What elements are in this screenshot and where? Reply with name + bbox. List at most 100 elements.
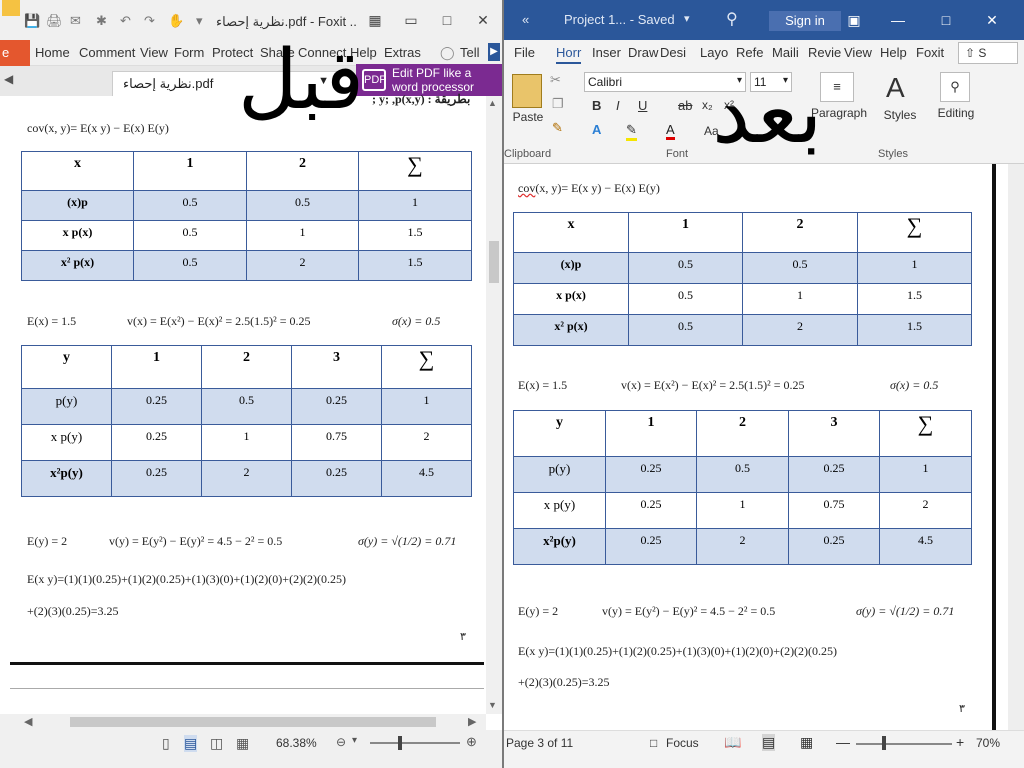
zoom-level[interactable]: 68.38% (276, 736, 317, 750)
menu-form[interactable]: Form (174, 45, 204, 60)
table-cell: 0.25 (605, 456, 697, 493)
scroll-down-icon[interactable]: ▼ (488, 700, 497, 710)
tile-icon[interactable]: ▦ (366, 11, 384, 29)
zoom-percent[interactable]: 70% (976, 736, 1000, 750)
styles-icon[interactable]: A (886, 72, 905, 104)
italic-icon[interactable]: I (616, 98, 620, 113)
zoom-slider-thumb[interactable] (882, 736, 886, 750)
paragraph-icon[interactable]: ≡ (820, 72, 854, 102)
hscrollbar-thumb[interactable] (70, 717, 436, 727)
tab-help[interactable]: Help (880, 45, 907, 60)
table-cell: x p(x) (513, 283, 629, 315)
close-button[interactable]: ✕ (474, 11, 492, 29)
hand-tool-icon[interactable]: ✋ (168, 13, 184, 29)
tab-layout[interactable]: Layo (700, 45, 728, 60)
word-vertical-scrollbar[interactable] (1008, 164, 1024, 730)
zoom-in-icon[interactable]: ⊕ (466, 734, 477, 750)
customize-dropdown-icon[interactable]: ▾ (196, 13, 203, 29)
continuous-facing-icon[interactable]: ▦ (236, 735, 249, 752)
word-document-area[interactable]: cov(x, y)= E(x y) − E(x) E(y) x 1 2 ∑ (x… (504, 164, 1024, 730)
cov-formula: cov(x, y)= E(x y) − E(x) E(y) (27, 121, 169, 135)
table-cell: x² p(x) (513, 314, 629, 346)
bold-icon[interactable]: B (592, 98, 601, 113)
menu-comment[interactable]: Comment (79, 45, 135, 60)
paste-button[interactable]: Paste (508, 110, 548, 124)
vertical-scrollbar[interactable]: ▲ ▼ (486, 96, 502, 714)
zoom-out-icon[interactable]: — (836, 734, 850, 750)
tabs-nav-icon[interactable]: ◀ (4, 72, 13, 86)
menu-scroll-right-icon[interactable]: ▶ (488, 43, 500, 61)
sign-in-button[interactable]: Sign in (769, 11, 841, 31)
tab-insert[interactable]: Inser (592, 45, 621, 60)
new-icon[interactable]: ✱ (96, 13, 107, 29)
tab-foxit[interactable]: Foxit (916, 45, 944, 60)
tab-home[interactable]: Horr (556, 45, 582, 64)
redo-icon[interactable]: ↷ (144, 13, 155, 29)
zoom-in-icon[interactable]: + (956, 734, 964, 750)
qat-expand-icon[interactable]: « (522, 12, 529, 27)
underline-icon[interactable]: U (638, 98, 647, 113)
facing-page-icon[interactable]: ◫ (210, 735, 223, 752)
font-color-icon[interactable]: A (666, 122, 675, 140)
table-cell: 0.5 (742, 252, 858, 284)
menu-home[interactable]: Home (35, 45, 70, 60)
maximize-button[interactable]: □ (936, 10, 956, 30)
file-menu[interactable]: e (0, 40, 30, 66)
print-layout-icon[interactable]: ▤ (762, 734, 776, 751)
read-mode-icon[interactable]: 📖 (724, 734, 741, 751)
minimize-button[interactable]: — (888, 10, 908, 30)
folder-icon[interactable] (2, 0, 20, 16)
page-indicator[interactable]: Page 3 of 11 (506, 736, 573, 750)
zoom-dropdown-icon[interactable]: ▾ (352, 735, 357, 746)
zoom-slider[interactable] (370, 742, 460, 744)
strikethrough-icon[interactable]: ab (678, 98, 692, 113)
print-icon[interactable]: 🖨 (46, 13, 63, 29)
maximize-button[interactable]: □ (438, 11, 456, 29)
scrollbar-thumb[interactable] (489, 241, 499, 283)
tab-review[interactable]: Revie (808, 45, 841, 60)
scroll-up-icon[interactable]: ▲ (488, 98, 497, 108)
email-icon[interactable]: ✉ (70, 13, 81, 29)
find-icon[interactable]: ⚲ (940, 72, 970, 102)
document-title[interactable]: Project 1... - Saved (564, 12, 675, 27)
share-button[interactable]: ⇧ S (958, 42, 1018, 64)
zoom-slider-thumb[interactable] (398, 736, 402, 750)
zoom-slider[interactable] (856, 743, 952, 745)
scroll-right-icon[interactable]: ▶ (468, 715, 476, 728)
tab-draw[interactable]: Draw (628, 45, 658, 60)
text-effects-icon[interactable]: A (592, 122, 601, 137)
focus-button[interactable]: Focus (666, 736, 699, 750)
styles-button[interactable]: Styles (880, 108, 920, 122)
cut-icon[interactable]: ✂ (550, 72, 561, 88)
table-cell: 0.75 (788, 492, 880, 529)
title-dropdown-icon[interactable]: ▾ (684, 12, 690, 25)
continuous-page-icon[interactable]: ▤ (184, 735, 198, 752)
tab-file[interactable]: File (514, 45, 535, 60)
format-painter-icon[interactable]: ✎ (552, 120, 563, 136)
scroll-left-icon[interactable]: ◀ (24, 715, 32, 728)
menu-extras[interactable]: Extras (384, 45, 421, 60)
menu-view[interactable]: View (140, 45, 168, 60)
focus-icon[interactable]: □ (650, 736, 657, 750)
paste-icon[interactable] (512, 74, 542, 108)
pdf-viewport[interactable]: ; y; ,p(x,y) : بطريقة cov(x, y)= E(x y) … (0, 92, 486, 714)
zoom-out-icon[interactable]: ⊖ (336, 735, 346, 749)
editing-button[interactable]: Editing (932, 106, 980, 120)
tab-view[interactable]: View (844, 45, 872, 60)
tab-references[interactable]: Refe (736, 45, 763, 60)
save-icon[interactable]: 💾 (24, 13, 40, 29)
search-icon[interactable]: ⚲ (726, 9, 738, 29)
undo-icon[interactable]: ↶ (120, 13, 131, 29)
ribbon-display-icon[interactable]: ▣ (844, 10, 864, 30)
web-layout-icon[interactable]: ▦ (800, 734, 813, 751)
single-page-icon[interactable]: ▯ (162, 735, 170, 752)
tab-mailings[interactable]: Maili (772, 45, 799, 60)
minimize-button[interactable]: ▭ (402, 11, 420, 29)
horizontal-scrollbar[interactable]: ◀ ▶ (0, 714, 486, 730)
tab-design[interactable]: Desi (660, 45, 686, 60)
highlight-icon[interactable]: ✎ (626, 122, 637, 141)
tell-me-input[interactable]: Tell (460, 45, 480, 60)
table-cell: 0.25 (605, 528, 697, 565)
copy-icon[interactable]: ❐ (552, 96, 564, 112)
close-button[interactable]: ✕ (982, 10, 1002, 30)
